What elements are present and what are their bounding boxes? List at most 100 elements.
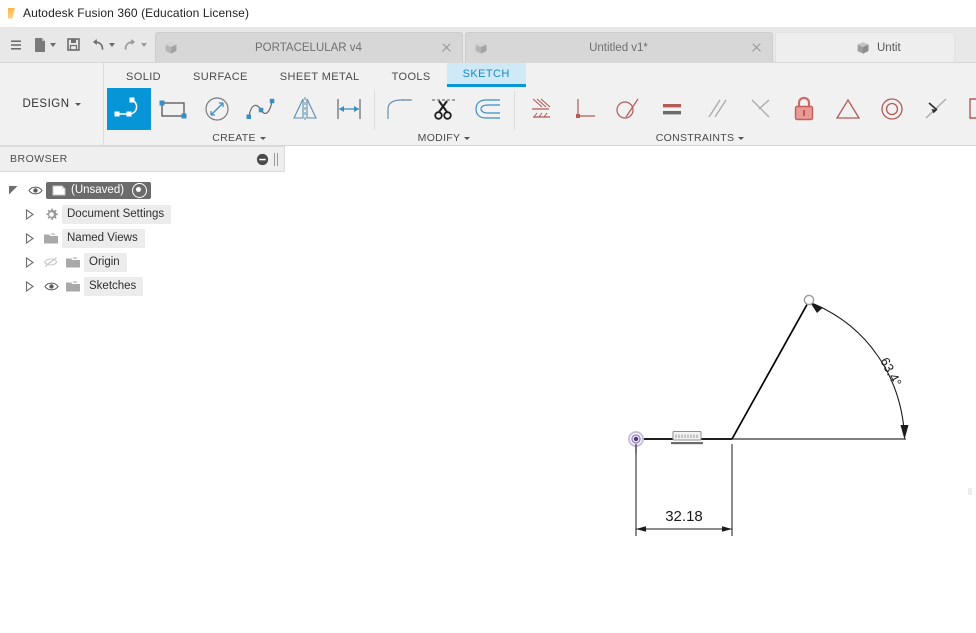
window-title: Autodesk Fusion 360 (Education License) [23,6,250,20]
document-tab-portacelular[interactable]: PORTACELULAR v4 [155,32,463,62]
sketch-line-angled[interactable] [731,300,810,440]
chevron-down-icon [259,136,266,140]
mirror-icon [288,95,322,123]
undo-arrow-icon [90,38,106,52]
ribbon-body: DESIGN CREATE MODIFY CONSTRAINTS [0,63,976,146]
circle-tool[interactable] [195,88,239,130]
concentric-constraint[interactable] [870,88,914,130]
horizontal-constraint-glyph[interactable] [671,431,703,445]
save-button[interactable] [61,32,85,58]
ribbon-group-create-caption[interactable]: CREATE [212,131,266,145]
parallel-icon [700,95,732,123]
document-tab-label: Untit [877,41,901,54]
chevron-down-icon [738,136,745,140]
equal-constraint[interactable] [650,88,694,130]
fusion-logo-icon [6,7,17,20]
perpendicular-constraint[interactable] [562,88,606,130]
coincident-icon [744,95,776,123]
tab-sheet-metal[interactable]: SHEET METAL [264,66,376,87]
tree-row-named-views[interactable]: Named Views [0,226,285,250]
document-tab-label: Untitled v1* [589,41,648,54]
tree-row-origin[interactable]: Origin [0,250,285,274]
ribbon: SOLID SURFACE SHEET METAL TOOLS SKETCH D… [0,63,976,146]
collinear-constraint[interactable] [914,88,958,130]
group-caption-text: CONSTRAINTS [655,132,735,144]
linear-dimension-32-18[interactable]: 32.18 [665,508,703,525]
ribbon-groups: CREATE MODIFY CONSTRAINTS [104,87,976,146]
coincident-constraint[interactable] [738,88,782,130]
tab-solid[interactable]: SOLID [110,66,177,87]
triangle-collapsed-icon[interactable] [18,256,40,268]
hamburger-icon [10,39,22,51]
triangle-collapsed-icon[interactable] [18,208,40,220]
folder-icon [62,280,84,293]
rectangle-tool[interactable] [151,88,195,130]
redo-arrow-icon [122,38,138,52]
line-tool[interactable] [107,88,151,130]
gear-icon [40,207,62,222]
eye-hidden-icon[interactable] [40,256,62,268]
document-tab-untitled-v1[interactable]: Untitled v1* [465,32,773,62]
fix-unfix-constraint[interactable] [518,88,562,130]
browser-header: BROWSER [0,146,285,172]
dimension-arrow-left [636,526,646,532]
tree-row-document-settings[interactable]: Document Settings [0,202,285,226]
redo-button[interactable] [120,32,149,58]
tangent-constraint[interactable] [606,88,650,130]
tab-sketch[interactable]: SKETCH [446,63,526,87]
offset-icon [471,95,505,123]
grip-handle-icon[interactable] [274,152,280,166]
tree-row-label: (Unsaved) [71,184,125,196]
dimension-icon [332,95,366,123]
tree-row-chip[interactable]: (Unsaved) [46,181,152,199]
triangle-collapsed-icon[interactable] [18,280,40,292]
tree-row-label: Origin [84,252,127,272]
save-icon [66,37,81,52]
triangle-expanded-icon[interactable] [2,185,24,196]
trim-tool[interactable] [422,88,466,130]
activate-component-radio[interactable] [132,182,148,198]
offset-tool[interactable] [466,88,510,130]
close-icon[interactable] [440,41,454,55]
triangle-collapsed-icon[interactable] [18,232,40,244]
sketch-dimension-tool[interactable] [327,88,371,130]
sketch-canvas[interactable]: 63.4° 32.18 [285,146,976,633]
fix-constraint-icon [524,95,556,123]
document-tab-label: PORTACELULAR v4 [255,41,362,54]
ribbon-group-modify-caption[interactable]: MODIFY [418,131,471,145]
ribbon-group-constraints: CONSTRAINTS [514,87,976,146]
close-icon[interactable] [750,41,764,55]
app-menu-button[interactable] [4,32,28,58]
parallel-constraint[interactable] [694,88,738,130]
lock-constraint[interactable] [782,88,826,130]
lock-icon [788,95,820,123]
folder-icon [40,232,62,245]
tab-surface[interactable]: SURFACE [177,66,264,87]
ribbon-group-constraints-caption[interactable]: CONSTRAINTS [656,131,745,145]
document-tab-untitled-active[interactable]: Untit [775,32,955,62]
new-document-button[interactable] [31,32,58,58]
dimension-arrow-right [722,526,732,532]
eye-icon[interactable] [40,281,62,292]
tab-tools[interactable]: TOOLS [376,66,447,87]
sketch-drawing[interactable]: 63.4° 32.18 [285,146,976,633]
sketch-vertex-apex[interactable] [803,294,815,306]
symmetry-constraint[interactable] [826,88,870,130]
minus-circle-icon[interactable] [254,151,270,167]
eye-icon[interactable] [24,185,46,196]
workspace-selector[interactable]: DESIGN [0,63,104,146]
group-caption-text: CREATE [212,132,256,144]
chevron-down-icon [464,136,471,140]
chevron-down-icon [109,42,115,47]
spline-tool[interactable] [239,88,283,130]
browser-panel: BROWSER (Unsaved) Document Settings Name… [0,146,285,298]
mirror-tool[interactable] [283,88,327,130]
angular-dimension-63-4[interactable]: 63.4° [877,355,905,389]
folder-icon [62,256,84,269]
midpoint-constraint[interactable] [958,88,976,130]
browser-tree: (Unsaved) Document Settings Named Views … [0,172,285,298]
tree-row-sketches[interactable]: Sketches [0,274,285,298]
undo-button[interactable] [88,32,117,58]
tree-row-unsaved[interactable]: (Unsaved) [0,178,285,202]
fillet-tool[interactable] [378,88,422,130]
